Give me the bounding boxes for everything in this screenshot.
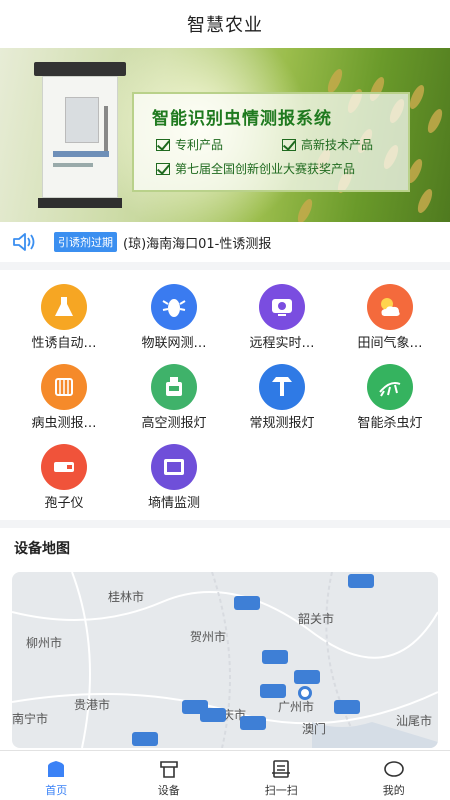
- lamp-icon: [259, 364, 305, 410]
- current-location-icon: [298, 686, 312, 700]
- device-icon: [159, 761, 178, 778]
- service-item[interactable]: 高空测报灯: [118, 350, 230, 431]
- service-item[interactable]: 智能杀虫灯: [334, 350, 446, 431]
- promo-feature: 第七届全国创新创业大赛获奖产品: [156, 160, 355, 177]
- promo-panel: 智能识别虫情测报系统 专利产品 高新技术产品 第七届全国创新创业大赛获奖产品: [132, 92, 410, 192]
- profile-icon: [383, 761, 404, 777]
- app-header: 智慧农业: [0, 0, 450, 48]
- device-marker[interactable]: [348, 574, 374, 588]
- map-city-label: 汕尾市: [396, 714, 433, 728]
- device-marker[interactable]: [240, 716, 266, 730]
- pest-monitor-device-image: [34, 62, 126, 208]
- promo-feature: 高新技术产品: [282, 136, 373, 153]
- status-badge: 引诱剂过期: [54, 232, 117, 252]
- map-city-label: 贵港市: [74, 698, 111, 712]
- trap-icon: [41, 364, 87, 410]
- map-city-label: 桂林市: [108, 590, 145, 604]
- service-item[interactable]: 远程实时…: [226, 270, 338, 351]
- notice-message[interactable]: (琼)海南海口01-性诱测报: [123, 233, 271, 252]
- device-map-section: 设备地图 桂林市 柳州市 贺州市 韶关市 贵港市 广州市 肇庆市 澳门 汕尾市 …: [0, 528, 450, 750]
- map-city-label: 韶关市: [298, 612, 335, 626]
- page-title: 智慧农业: [187, 15, 263, 36]
- section-title: 设备地图: [14, 541, 70, 557]
- service-item[interactable]: 墒情监测: [118, 430, 230, 511]
- bug-killer-icon: [367, 364, 413, 410]
- camera-icon: [259, 284, 305, 330]
- device-marker[interactable]: [132, 732, 158, 746]
- spore-device-icon: [41, 444, 87, 490]
- promo-feature: 专利产品: [156, 136, 223, 153]
- device-marker[interactable]: [294, 670, 320, 684]
- bottom-tab-bar: 首页 设备 扫一扫 我的: [0, 750, 450, 800]
- device-marker[interactable]: [334, 700, 360, 714]
- speaker-icon: [13, 233, 35, 251]
- lamp-box-icon: [151, 364, 197, 410]
- map-city-label: 澳门: [302, 722, 327, 736]
- service-item[interactable]: 常规测报灯: [226, 350, 338, 431]
- device-marker[interactable]: [262, 650, 288, 664]
- tab-scan[interactable]: 扫一扫: [225, 751, 338, 800]
- tab-home[interactable]: 首页: [0, 751, 113, 800]
- promo-headline: 智能识别虫情测报系统: [152, 109, 332, 129]
- service-grid: 性诱自动… 物联网测… 远程实时… 田间气象… 病虫测报… 高空测报灯 常规测报…: [0, 270, 450, 520]
- monitor-icon: [151, 444, 197, 490]
- device-marker[interactable]: [200, 708, 226, 722]
- insect-icon: [151, 284, 197, 330]
- service-item[interactable]: 田间气象…: [334, 270, 446, 351]
- checkbox-icon: [156, 138, 170, 151]
- map-city-label: 贺州市: [190, 630, 227, 644]
- map-city-label: 南宁市: [12, 712, 49, 726]
- checkbox-icon: [282, 138, 296, 151]
- checkbox-icon: [156, 162, 170, 175]
- notice-bar[interactable]: 引诱剂过期 (琼)海南海口01-性诱测报: [0, 222, 450, 262]
- scan-icon: [272, 760, 291, 778]
- device-marker[interactable]: [260, 684, 286, 698]
- tab-device[interactable]: 设备: [113, 751, 226, 800]
- service-item[interactable]: 性诱自动…: [8, 270, 120, 351]
- banner-carousel[interactable]: 智能识别虫情测报系统 专利产品 高新技术产品 第七届全国创新创业大赛获奖产品: [0, 48, 450, 222]
- service-item[interactable]: 物联网测…: [118, 270, 230, 351]
- device-map[interactable]: 桂林市 柳州市 贺州市 韶关市 贵港市 广州市 肇庆市 澳门 汕尾市 南宁市: [12, 572, 438, 748]
- service-item[interactable]: 孢子仪: [8, 430, 120, 511]
- flask-icon: [41, 284, 87, 330]
- home-icon: [48, 761, 65, 777]
- map-city-label: 柳州市: [26, 636, 63, 650]
- weather-icon: [367, 284, 413, 330]
- tab-profile[interactable]: 我的: [338, 751, 450, 800]
- service-item[interactable]: 病虫测报…: [8, 350, 120, 431]
- map-city-label: 广州市: [278, 700, 315, 714]
- device-marker[interactable]: [234, 596, 260, 610]
